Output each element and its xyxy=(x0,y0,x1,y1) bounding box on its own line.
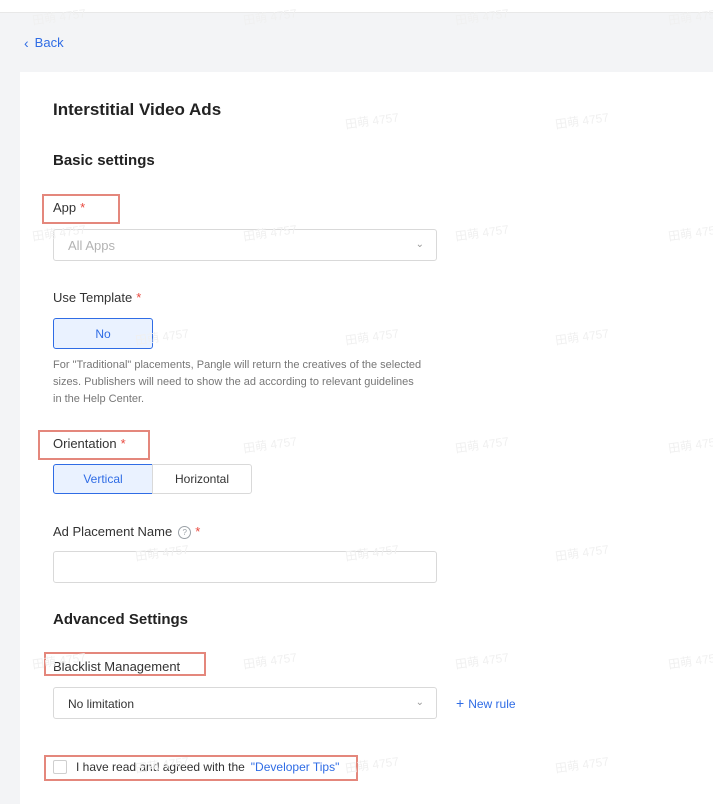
orientation-label: Orientation * xyxy=(53,436,126,451)
form-panel: Interstitial Video Ads Basic settings Ap… xyxy=(20,72,713,804)
ad-placement-name-label: Ad Placement Name? * xyxy=(53,524,201,539)
app-select-placeholder: All Apps xyxy=(68,238,115,253)
app-label: App * xyxy=(53,200,86,215)
chevron-down-icon: ⌄ xyxy=(415,239,424,250)
section-basic-settings: Basic settings xyxy=(53,152,155,169)
use-template-toggle: No xyxy=(53,318,153,349)
chevron-left-icon: ‹ xyxy=(24,34,29,51)
use-template-no-button[interactable]: No xyxy=(53,318,153,349)
orientation-toggle: Vertical Horizontal xyxy=(53,464,252,494)
required-mark: * xyxy=(120,436,126,451)
section-advanced-settings: Advanced Settings xyxy=(53,611,189,628)
back-label: Back xyxy=(34,35,64,50)
new-rule-button[interactable]: + New rule xyxy=(456,695,516,711)
orientation-horizontal-button[interactable]: Horizontal xyxy=(152,464,252,494)
blacklist-select-value: No limitation xyxy=(68,697,135,711)
use-template-label: Use Template * xyxy=(53,290,142,305)
orientation-vertical-button[interactable]: Vertical xyxy=(53,464,153,494)
agreement-text: I have read and agreed with the xyxy=(76,760,245,774)
blacklist-management-label: Blacklist Management xyxy=(53,659,181,674)
developer-tips-link[interactable]: "Developer Tips" xyxy=(251,760,340,774)
plus-icon: + xyxy=(456,695,465,711)
top-bar xyxy=(0,0,713,13)
back-link[interactable]: ‹ Back xyxy=(24,35,64,50)
agreement-checkbox[interactable] xyxy=(53,760,67,774)
page-title: Interstitial Video Ads xyxy=(53,100,222,119)
use-template-description: For "Traditional" placements, Pangle wil… xyxy=(53,359,422,405)
required-mark: * xyxy=(195,524,201,539)
back-bar: ‹ Back xyxy=(0,13,713,71)
app-select[interactable]: All Apps ⌄ xyxy=(53,229,437,261)
required-mark: * xyxy=(80,200,86,215)
required-mark: * xyxy=(136,290,142,305)
help-icon[interactable]: ? xyxy=(178,526,192,539)
ad-placement-name-input[interactable] xyxy=(53,551,437,583)
blacklist-select[interactable]: No limitation ⌄ xyxy=(53,687,437,719)
chevron-down-icon: ⌄ xyxy=(415,697,424,708)
agreement-row: I have read and agreed with the "Develop… xyxy=(53,760,339,774)
